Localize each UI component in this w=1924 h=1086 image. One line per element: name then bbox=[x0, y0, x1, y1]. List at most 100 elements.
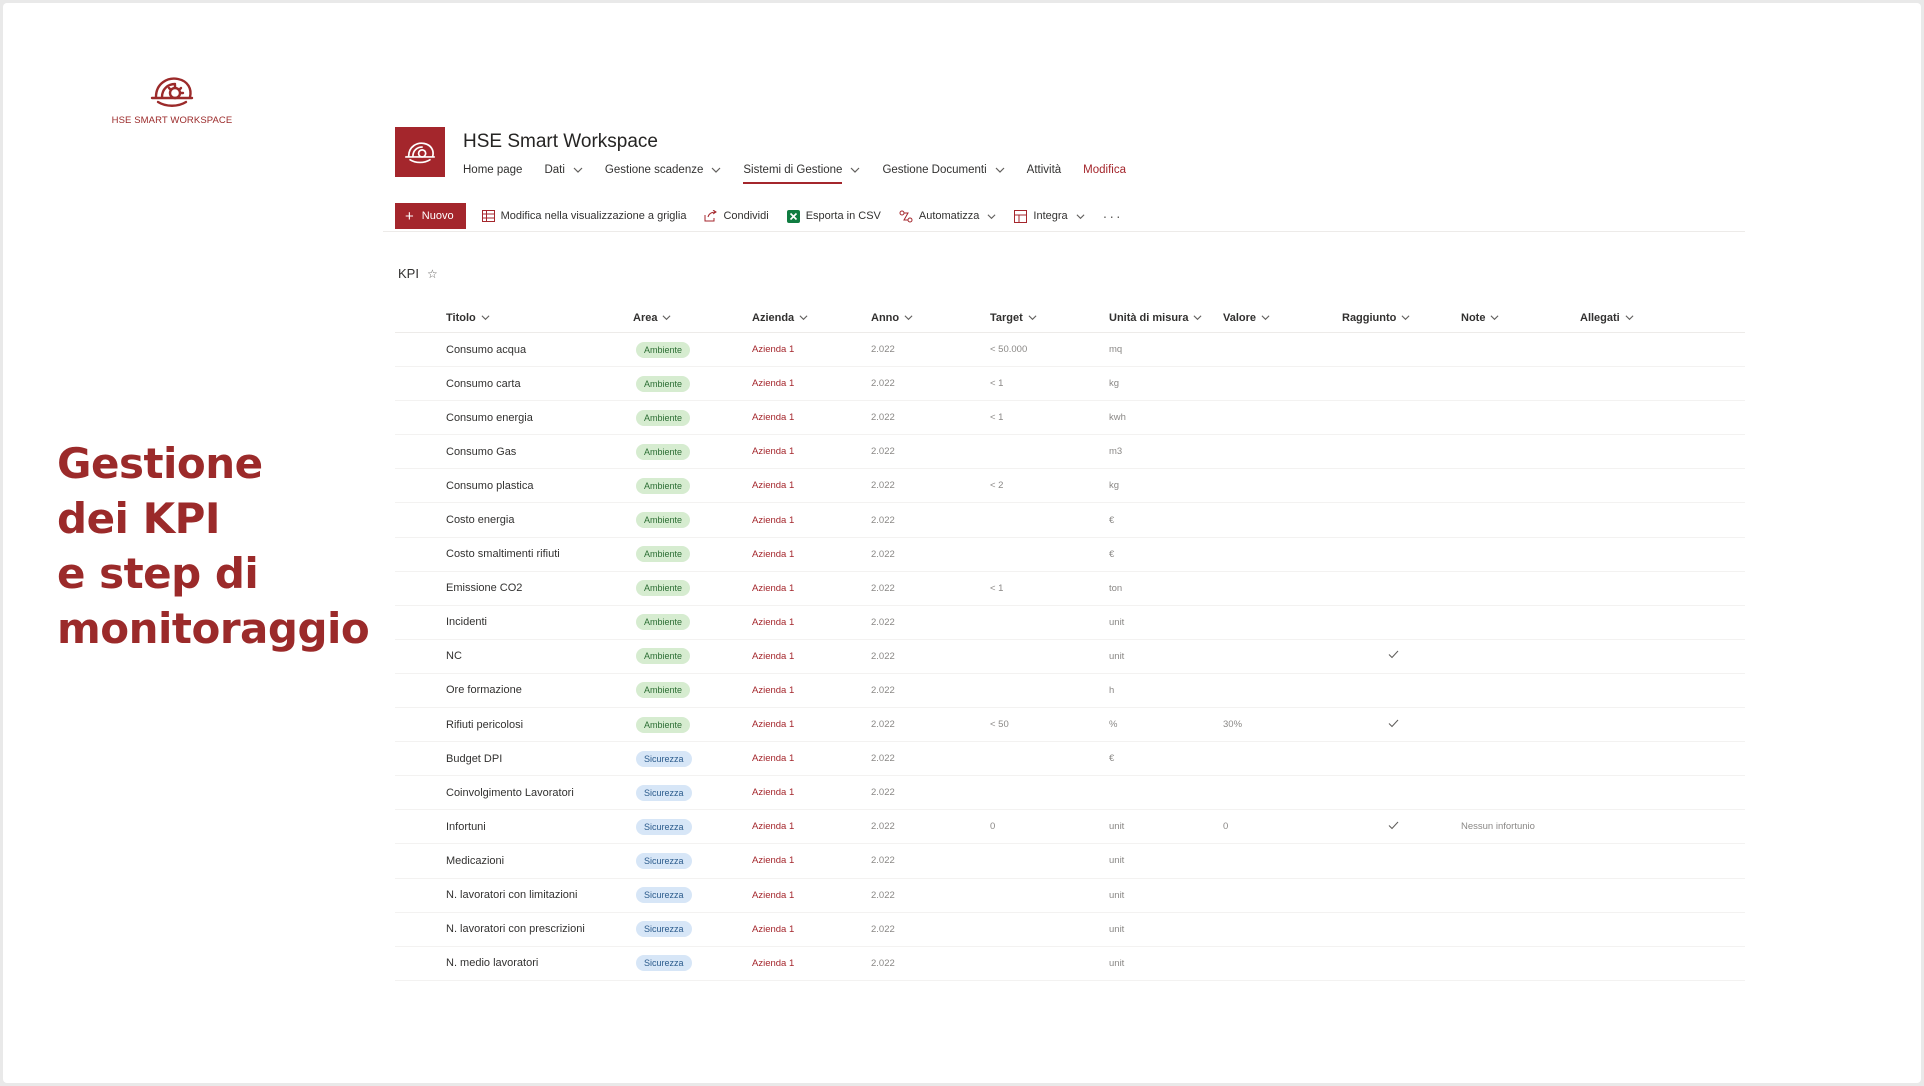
cell-titolo[interactable]: Medicazioni bbox=[395, 855, 633, 867]
cell-titolo[interactable]: Consumo plastica bbox=[395, 480, 633, 492]
cell-azienda[interactable]: Azienda 1 bbox=[752, 515, 871, 526]
cell-titolo[interactable]: Incidenti bbox=[395, 616, 633, 628]
table-row[interactable]: Medicazioni Sicurezza Azienda 1 2.022 unit bbox=[395, 844, 1745, 879]
nav-label: Sistemi di Gestione bbox=[743, 164, 843, 176]
column-header-valore[interactable]: Valore bbox=[1223, 312, 1342, 324]
cell-azienda[interactable]: Azienda 1 bbox=[752, 583, 871, 594]
column-header-label: Anno bbox=[871, 311, 900, 324]
column-header-titolo[interactable]: Titolo bbox=[395, 312, 633, 324]
cell-area: Sicurezza bbox=[633, 818, 752, 835]
table-row[interactable]: N. lavoratori con prescrizioni Sicurezza A… bbox=[395, 913, 1745, 947]
table-row[interactable]: Emissione CO2 Ambiente Azienda 1 2.022 < 1 to… bbox=[395, 572, 1745, 606]
cell-azienda[interactable]: Azienda 1 bbox=[752, 719, 871, 730]
table-row[interactable]: Consumo plastica Ambiente Azienda 1 2.022 < … bbox=[395, 469, 1745, 504]
column-header-azienda[interactable]: Azienda bbox=[752, 312, 871, 324]
cell-azienda[interactable]: Azienda 1 bbox=[752, 617, 871, 628]
table-row[interactable]: Budget DPI Sicurezza Azienda 1 2.022 € bbox=[395, 742, 1745, 777]
cell-titolo[interactable]: Costo energia bbox=[395, 514, 633, 526]
cell-azienda[interactable]: Azienda 1 bbox=[752, 549, 871, 560]
column-header-unita[interactable]: Unità di misura bbox=[1109, 312, 1223, 324]
cell-azienda[interactable]: Azienda 1 bbox=[752, 685, 871, 696]
table-row[interactable]: Consumo Gas Ambiente Azienda 1 2.022 m3 bbox=[395, 435, 1745, 470]
cell-titolo[interactable]: Consumo Gas bbox=[395, 446, 633, 458]
app-icon bbox=[1014, 209, 1028, 223]
table-row[interactable]: Consumo carta Ambiente Azienda 1 2.022 < 1 kg bbox=[395, 367, 1745, 402]
cell-azienda[interactable]: Azienda 1 bbox=[752, 787, 871, 798]
column-header-area[interactable]: Area bbox=[633, 312, 752, 324]
cell-area: Ambiente bbox=[633, 341, 752, 358]
share-icon bbox=[704, 210, 718, 222]
cell-titolo[interactable]: Coinvolgimento Lavoratori bbox=[395, 787, 633, 799]
area-badge: Sicurezza bbox=[636, 818, 692, 835]
cell-titolo[interactable]: N. lavoratori con limitazioni bbox=[395, 889, 633, 901]
column-header-allegati[interactable]: Allegati bbox=[1580, 312, 1680, 324]
column-header-anno[interactable]: Anno bbox=[871, 312, 990, 324]
cell-azienda[interactable]: Azienda 1 bbox=[752, 480, 871, 491]
nav-attivita[interactable]: Attività bbox=[1027, 159, 1062, 181]
nav-sistemi-di-gestione[interactable]: Sistemi di Gestione bbox=[743, 159, 860, 184]
table-row[interactable]: Coinvolgimento Lavoratori Sicurezza Aziend… bbox=[395, 776, 1745, 811]
cell-azienda[interactable]: Azienda 1 bbox=[752, 924, 871, 935]
cell-titolo[interactable]: Consumo acqua bbox=[395, 344, 633, 356]
nav-gestione-documenti[interactable]: Gestione Documenti bbox=[882, 159, 1005, 181]
nav-modifica[interactable]: Modifica bbox=[1083, 159, 1126, 181]
cell-note: Nessun infortunio bbox=[1461, 821, 1535, 833]
automate-button[interactable]: Automatizza bbox=[899, 210, 997, 223]
cell-anno: 2.022 bbox=[871, 855, 895, 867]
cell-azienda[interactable]: Azienda 1 bbox=[752, 651, 871, 662]
cell-titolo[interactable]: N. medio lavoratori bbox=[395, 957, 633, 969]
cell-titolo[interactable]: Consumo carta bbox=[395, 378, 633, 390]
headline-line: e step di bbox=[57, 549, 259, 598]
cell-azienda[interactable]: Azienda 1 bbox=[752, 753, 871, 764]
table-row[interactable]: Costo smaltimenti rifiuti Ambiente Azienda… bbox=[395, 538, 1745, 572]
cell-titolo[interactable]: Emissione CO2 bbox=[395, 582, 633, 594]
export-csv-button[interactable]: Esporta in CSV bbox=[786, 209, 881, 223]
cell-titolo[interactable]: NC bbox=[395, 650, 633, 662]
cell-titolo[interactable]: Consumo energia bbox=[395, 412, 633, 424]
column-header-raggiunto[interactable]: Raggiunto bbox=[1342, 312, 1461, 324]
grid-edit-button[interactable]: Modifica nella visualizzazione a griglia bbox=[481, 210, 686, 222]
cell-azienda[interactable]: Azienda 1 bbox=[752, 446, 871, 457]
table-row[interactable]: Ore formazione Ambiente Azienda 1 2.022 h bbox=[395, 674, 1745, 709]
table-row[interactable]: Costo energia Ambiente Azienda 1 2.022 € bbox=[395, 503, 1745, 538]
cell-azienda[interactable]: Azienda 1 bbox=[752, 821, 871, 832]
table-row[interactable]: Infortuni Sicurezza Azienda 1 2.022 0 unit 0 Ne… bbox=[395, 810, 1745, 845]
helmet-gear-icon bbox=[404, 142, 436, 164]
cell-azienda[interactable]: Azienda 1 bbox=[752, 412, 871, 423]
cell-azienda[interactable]: Azienda 1 bbox=[752, 958, 871, 969]
cell-titolo[interactable]: Costo smaltimenti rifiuti bbox=[395, 548, 633, 560]
cell-titolo[interactable]: Rifiuti pericolosi bbox=[395, 719, 633, 731]
cell-unita: unit bbox=[1109, 923, 1125, 935]
table-row[interactable]: Consumo acqua Ambiente Azienda 1 2.022 < 50.… bbox=[395, 333, 1745, 368]
area-badge: Ambiente bbox=[636, 682, 691, 699]
cell-titolo[interactable]: Budget DPI bbox=[395, 753, 633, 765]
table-row[interactable]: N. lavoratori con limitazioni Sicurezza Az… bbox=[395, 879, 1745, 913]
cell-azienda[interactable]: Azienda 1 bbox=[752, 344, 871, 355]
table-row[interactable]: NC Ambiente Azienda 1 2.022 unit bbox=[395, 640, 1745, 674]
helmet-gear-icon bbox=[150, 77, 194, 107]
cell-titolo[interactable]: Infortuni bbox=[395, 821, 633, 833]
table-row[interactable]: Rifiuti pericolosi Ambiente Azienda 1 2.022… bbox=[395, 708, 1745, 743]
cell-azienda[interactable]: Azienda 1 bbox=[752, 890, 871, 901]
table-row[interactable]: Incidenti Ambiente Azienda 1 2.022 unit bbox=[395, 606, 1745, 640]
share-button[interactable]: Condividi bbox=[704, 210, 769, 222]
more-options-button[interactable]: ··· bbox=[1103, 208, 1123, 224]
column-header-note[interactable]: Note bbox=[1461, 312, 1580, 324]
cell-titolo[interactable]: N. lavoratori con prescrizioni bbox=[395, 923, 633, 935]
column-header-target[interactable]: Target bbox=[990, 312, 1109, 324]
table-row[interactable]: N. medio lavoratori Sicurezza Azienda 1 2.0… bbox=[395, 947, 1745, 981]
cell-anno: 2.022 bbox=[871, 650, 895, 662]
cell-unita: unit bbox=[1109, 957, 1125, 969]
table-row[interactable]: Consumo energia Ambiente Azienda 1 2.022 < 1… bbox=[395, 401, 1745, 436]
nav-gestione-scadenze[interactable]: Gestione scadenze bbox=[605, 159, 721, 181]
integrate-button[interactable]: Integra bbox=[1014, 209, 1085, 223]
cell-azienda[interactable]: Azienda 1 bbox=[752, 855, 871, 866]
cell-azienda[interactable]: Azienda 1 bbox=[752, 378, 871, 389]
site-title[interactable]: HSE Smart Workspace bbox=[463, 131, 658, 153]
star-icon[interactable]: ☆ bbox=[427, 267, 438, 281]
cell-titolo[interactable]: Ore formazione bbox=[395, 684, 633, 696]
nav-dati[interactable]: Dati bbox=[544, 159, 583, 181]
nav-home[interactable]: Home page bbox=[463, 159, 522, 181]
new-button[interactable]: + Nuovo bbox=[395, 203, 466, 229]
site-logo[interactable] bbox=[395, 127, 445, 177]
